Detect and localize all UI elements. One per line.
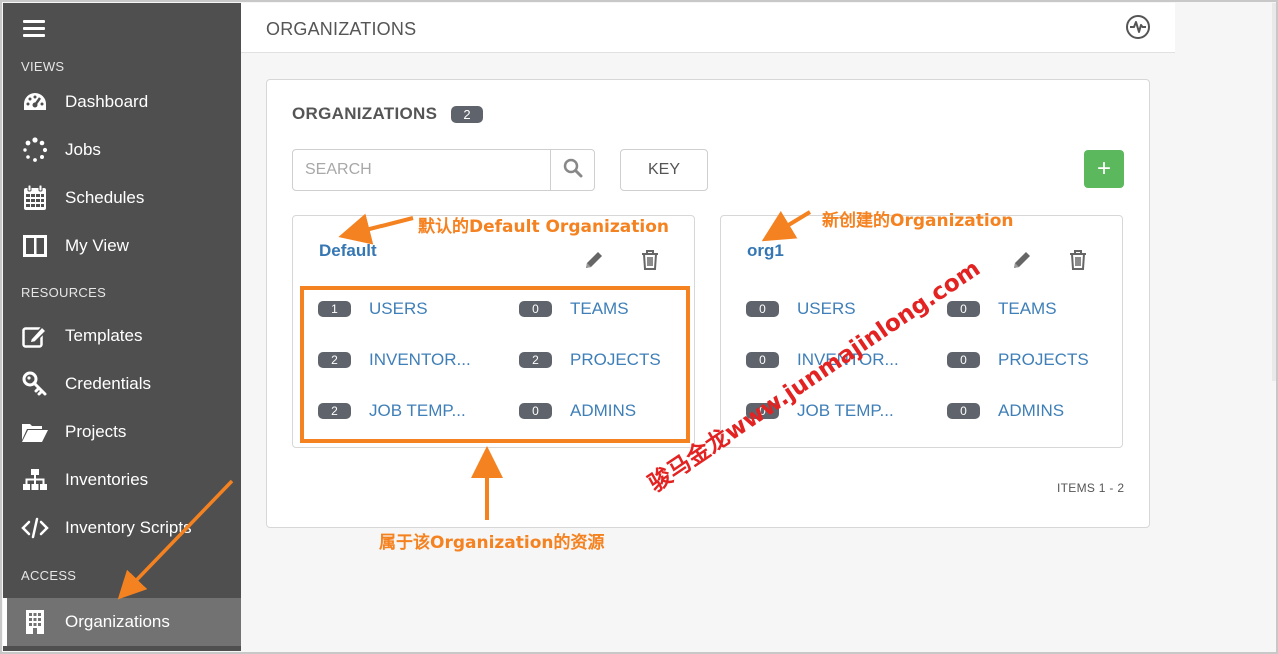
resource-label: PROJECTS xyxy=(570,350,661,369)
sidebar-item-label: Dashboard xyxy=(65,92,149,111)
jobs-spinner-icon xyxy=(20,135,50,165)
resource-admins[interactable]: 0 ADMINS xyxy=(947,401,1064,421)
sidebar-item-label: Credentials xyxy=(65,374,151,393)
organizations-panel: ORGANIZATIONS 2 KEY + Default 1 USERS 0 TE… xyxy=(266,79,1150,528)
sidebar-item-label: Inventory Scripts xyxy=(65,518,192,537)
organization-name-link[interactable]: org1 xyxy=(747,241,784,261)
count-badge: 1 xyxy=(318,301,351,317)
resource-projects[interactable]: 0 PROJECTS xyxy=(947,350,1089,370)
count-badge: 0 xyxy=(746,403,779,419)
code-icon xyxy=(20,513,50,543)
columns-icon xyxy=(20,231,50,261)
page-title: ORGANIZATIONS xyxy=(266,19,417,39)
calendar-icon xyxy=(20,183,50,213)
search-icon xyxy=(563,158,583,183)
section-label-resources: RESOURCES xyxy=(21,285,107,300)
sitemap-icon xyxy=(20,465,50,495)
resource-admins[interactable]: 0 ADMINS xyxy=(519,401,636,421)
key-button[interactable]: KEY xyxy=(620,149,708,191)
app-window: VIEWS Dashboard Jobs Schedules My View R… xyxy=(0,0,1278,654)
page-header: ORGANIZATIONS xyxy=(241,3,1175,53)
organization-card: org1 0 USERS 0 TEAMS 0 INVENTOR... 0 PROJECT… xyxy=(720,215,1123,448)
edit-icon[interactable] xyxy=(583,249,605,271)
section-label-views: VIEWS xyxy=(21,59,65,74)
organization-name-link[interactable]: Default xyxy=(319,241,377,261)
sidebar-item-jobs[interactable]: Jobs xyxy=(3,127,241,173)
dashboard-icon xyxy=(20,87,50,117)
resource-label: INVENTOR... xyxy=(797,350,899,369)
resource-label: INVENTOR... xyxy=(369,350,471,369)
count-badge: 0 xyxy=(947,301,980,317)
sidebar-item-my-view[interactable]: My View xyxy=(3,223,241,269)
resource-projects[interactable]: 2 PROJECTS xyxy=(519,350,661,370)
sidebar-item-inventory-scripts[interactable]: Inventory Scripts xyxy=(3,505,241,551)
resource-label: PROJECTS xyxy=(998,350,1089,369)
sidebar-item-label: Inventories xyxy=(65,470,149,489)
sidebar-item-organizations[interactable]: Organizations xyxy=(3,598,241,646)
resource-inventories[interactable]: 2 INVENTOR... xyxy=(318,350,471,370)
search-box xyxy=(292,149,595,191)
resource-users[interactable]: 0 USERS xyxy=(746,299,856,319)
pagination-items-count: ITEMS 1 - 2 xyxy=(1057,481,1125,495)
sidebar-item-schedules[interactable]: Schedules xyxy=(3,175,241,221)
scrollbar[interactable] xyxy=(1272,3,1278,381)
trash-icon[interactable] xyxy=(1067,249,1089,271)
sidebar-item-inventories[interactable]: Inventories xyxy=(3,457,241,503)
organization-card: Default 1 USERS 0 TEAMS 2 INVENTOR... 2 PROJ… xyxy=(292,215,695,448)
resource-job-templates[interactable]: 0 JOB TEMP... xyxy=(746,401,894,421)
panel-title: ORGANIZATIONS xyxy=(292,104,438,123)
edit-icon xyxy=(20,321,50,351)
key-icon xyxy=(20,369,50,399)
sidebar-item-label: Projects xyxy=(65,422,127,441)
count-badge: 0 xyxy=(746,301,779,317)
sidebar-item-projects[interactable]: Projects xyxy=(3,409,241,455)
search-button[interactable] xyxy=(550,150,595,190)
sidebar-item-dashboard[interactable]: Dashboard xyxy=(3,79,241,125)
resource-label: USERS xyxy=(797,299,856,318)
resource-label: USERS xyxy=(369,299,428,318)
annotation-resources: 属于该Organization的资源 xyxy=(379,533,605,553)
trash-icon[interactable] xyxy=(639,249,661,271)
count-badge: 2 xyxy=(318,403,351,419)
sidebar-item-credentials[interactable]: Credentials xyxy=(3,361,241,407)
search-input[interactable] xyxy=(293,150,549,190)
sidebar-item-label: Organizations xyxy=(65,612,170,631)
count-badge: 0 xyxy=(519,301,552,317)
sidebar-item-label: Jobs xyxy=(65,140,101,159)
edit-icon[interactable] xyxy=(1011,249,1033,271)
add-button[interactable]: + xyxy=(1084,150,1124,188)
hamburger-menu-icon[interactable] xyxy=(23,20,45,38)
sidebar: VIEWS Dashboard Jobs Schedules My View R… xyxy=(3,3,241,651)
resource-label: ADMINS xyxy=(998,401,1065,420)
count-badge: 0 xyxy=(947,352,980,368)
resource-label: TEAMS xyxy=(998,299,1057,318)
resource-teams[interactable]: 0 TEAMS xyxy=(947,299,1057,319)
sidebar-item-label: Schedules xyxy=(65,188,145,207)
resource-teams[interactable]: 0 TEAMS xyxy=(519,299,629,319)
resource-label: TEAMS xyxy=(570,299,629,318)
resource-label: JOB TEMP... xyxy=(797,401,894,420)
count-badge: 2 xyxy=(318,352,351,368)
resource-label: ADMINS xyxy=(570,401,637,420)
building-icon xyxy=(20,607,50,637)
resource-inventories[interactable]: 0 INVENTOR... xyxy=(746,350,899,370)
resource-label: JOB TEMP... xyxy=(369,401,466,420)
resource-users[interactable]: 1 USERS xyxy=(318,299,428,319)
count-badge: 0 xyxy=(746,352,779,368)
activity-stream-icon[interactable] xyxy=(1126,15,1150,39)
count-badge: 0 xyxy=(947,403,980,419)
resource-job-templates[interactable]: 2 JOB TEMP... xyxy=(318,401,466,421)
count-badge: 2 xyxy=(451,106,483,123)
sidebar-item-label: Templates xyxy=(65,326,143,345)
count-badge: 2 xyxy=(519,352,552,368)
count-badge: 0 xyxy=(519,403,552,419)
sidebar-item-templates[interactable]: Templates xyxy=(3,313,241,359)
folder-open-icon xyxy=(20,417,50,447)
sidebar-item-label: My View xyxy=(65,236,129,255)
section-label-access: ACCESS xyxy=(21,568,77,583)
